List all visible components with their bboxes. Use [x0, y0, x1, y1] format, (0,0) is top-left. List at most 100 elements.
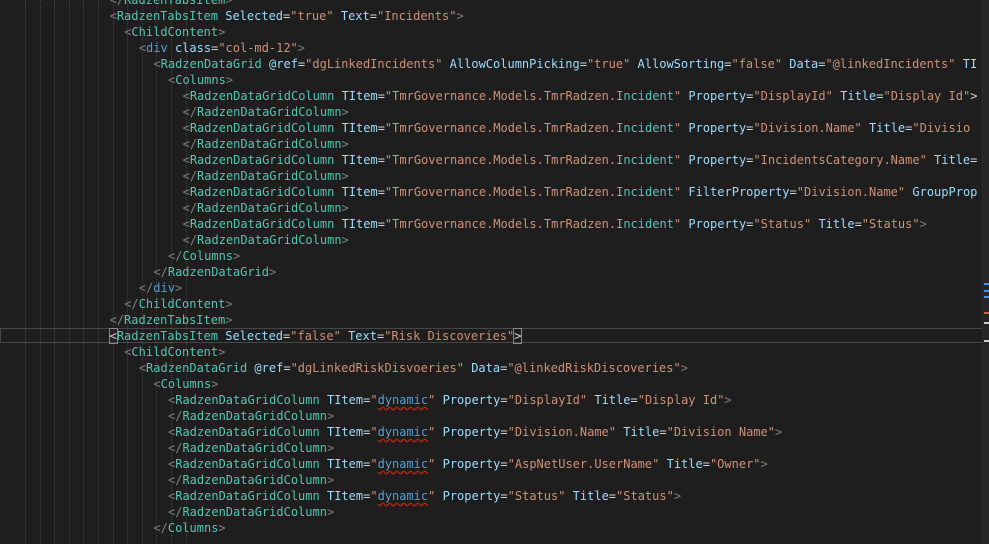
code-token: Incident — [616, 89, 674, 103]
code-token: < — [138, 361, 147, 375]
code-token: Title — [594, 393, 631, 407]
code-line[interactable]: </Columns> — [0, 520, 226, 536]
code-token: "col-md-12" — [218, 41, 298, 55]
code-line[interactable]: </RadzenDataGridColumn> — [0, 408, 334, 424]
code-token: < — [138, 41, 147, 55]
code-token: "TmrGovernance.Models.TmrRadzen. — [384, 217, 617, 231]
code-token: TItem — [326, 457, 364, 471]
code-token: "TmrGovernance.Models.TmrRadzen. — [384, 89, 617, 103]
code-token: = — [500, 425, 508, 439]
code-token: </ — [182, 233, 198, 247]
code-line[interactable]: <RadzenDataGridColumn TItem="dynamic" Pr… — [0, 488, 681, 504]
code-token: = — [377, 185, 385, 199]
code-line[interactable]: <RadzenDataGridColumn TItem="TmrGovernan… — [0, 120, 971, 136]
code-token: dynamic — [377, 489, 429, 503]
code-line[interactable]: </div> — [0, 280, 182, 296]
code-editor[interactable]: </RadzenTabsItem> <RadzenTabsItem Selecte… — [0, 0, 989, 544]
code-token: TItem — [326, 489, 364, 503]
code-line[interactable]: </RadzenTabsItem> — [0, 0, 233, 8]
code-token: "Division Name" — [666, 425, 775, 439]
code-line[interactable]: </Columns> — [0, 248, 240, 264]
code-line[interactable]: </RadzenDataGridColumn> — [0, 440, 334, 456]
code-token: RadzenDataGrid — [167, 265, 269, 279]
code-line[interactable]: <RadzenDataGridColumn TItem="dynamic" Pr… — [0, 456, 768, 472]
code-line[interactable]: </RadzenDataGridColumn> — [0, 104, 349, 120]
code-token: "Status" — [616, 489, 674, 503]
code-token: > — [673, 489, 682, 503]
code-line[interactable]: </RadzenDataGridColumn> — [0, 136, 349, 152]
code-token: RadzenDataGridColumn — [189, 121, 335, 135]
code-token: = — [377, 153, 385, 167]
code-token: Property — [442, 425, 501, 439]
code-line[interactable]: <RadzenDataGridColumn TItem="dynamic" Pr… — [0, 392, 732, 408]
code-token: GroupProp — [912, 185, 978, 199]
scrollbar-marker — [984, 312, 989, 314]
code-token: Data — [789, 57, 819, 71]
code-line[interactable]: <RadzenDataGridColumn TItem="TmrGovernan… — [0, 216, 927, 232]
code-token: "@linkedIncidents" — [825, 57, 956, 71]
code-line[interactable]: <RadzenTabsItem Selected="false" Text="R… — [0, 328, 523, 344]
code-token: > — [218, 521, 226, 535]
code-line[interactable]: </RadzenTabsItem> — [0, 312, 233, 328]
code-token: < — [108, 328, 118, 344]
code-token: ChildContent — [138, 297, 226, 311]
code-line[interactable]: </RadzenDataGridColumn> — [0, 200, 349, 216]
code-token: RadzenDataGridColumn — [189, 153, 335, 167]
code-line[interactable]: </RadzenDataGrid> — [0, 264, 276, 280]
code-token: = — [608, 489, 617, 503]
code-line[interactable]: </RadzenDataGridColumn> — [0, 472, 334, 488]
code-token: = — [500, 393, 508, 407]
code-line[interactable]: <ChildContent> — [0, 344, 225, 360]
code-token: Incident — [616, 153, 674, 167]
code-line[interactable]: <RadzenDataGridColumn TItem="TmrGovernan… — [0, 152, 978, 168]
code-token: Title — [934, 153, 971, 167]
code-token: "Risk Discoveries" — [384, 329, 515, 343]
code-token: Title — [840, 89, 877, 103]
scrollbar-marker — [984, 296, 989, 298]
code-token: Title — [623, 425, 660, 439]
code-token: RadzenDataGridColumn — [175, 457, 320, 471]
code-line[interactable]: <Columns> — [0, 72, 233, 88]
code-line[interactable]: </RadzenDataGridColumn> — [0, 168, 349, 184]
code-line[interactable]: <RadzenDataGridColumn TItem="TmrGovernan… — [0, 88, 978, 104]
code-line[interactable]: <RadzenDataGrid @ref="dgLinkedRiskDisvoe… — [0, 360, 688, 376]
code-token: > — [326, 441, 335, 455]
code-token: "Display Id" — [883, 89, 971, 103]
code-token: Title — [572, 489, 609, 503]
code-line[interactable]: <RadzenDataGridColumn TItem="TmrGovernan… — [0, 184, 978, 200]
code-token: Columns — [182, 249, 234, 263]
code-line[interactable]: <Columns> — [0, 376, 218, 392]
code-line[interactable]: <RadzenDataGrid @ref = "dgLinkedIncidents"… — [0, 56, 977, 72]
code-line[interactable]: <div class="col-md-12"> — [0, 40, 305, 56]
code-token: </ — [153, 521, 168, 535]
code-token: FilterProperty — [688, 185, 790, 199]
code-token: Selected — [225, 9, 284, 23]
code-line[interactable]: <RadzenDataGridColumn TItem="dynamic" Pr… — [0, 424, 782, 440]
code-token: > — [513, 328, 523, 344]
code-line[interactable]: </RadzenDataGridColumn> — [0, 504, 334, 520]
code-token: RadzenTabsItem — [116, 329, 218, 343]
code-token: TItem — [341, 89, 378, 103]
code-token: </ — [182, 105, 198, 119]
code-token: TItem — [341, 121, 378, 135]
vertical-scrollbar[interactable] — [982, 0, 989, 544]
code-token: "Status" — [861, 217, 920, 231]
code-token: RadzenDataGridColumn — [175, 393, 320, 407]
code-line[interactable]: </RadzenDataGridColumn> — [0, 232, 349, 248]
code-line[interactable]: <RadzenTabsItem Selected="true" Text="In… — [0, 8, 464, 24]
code-token: RadzenDataGridColumn — [189, 217, 335, 231]
code-token: "dgLinkedIncidents" — [305, 57, 443, 71]
code-token: </ — [109, 0, 125, 7]
code-line[interactable]: <ChildContent> — [0, 24, 225, 40]
code-token: < — [182, 89, 190, 103]
code-token: = — [377, 89, 385, 103]
code-line[interactable]: </ChildContent> — [0, 296, 232, 312]
